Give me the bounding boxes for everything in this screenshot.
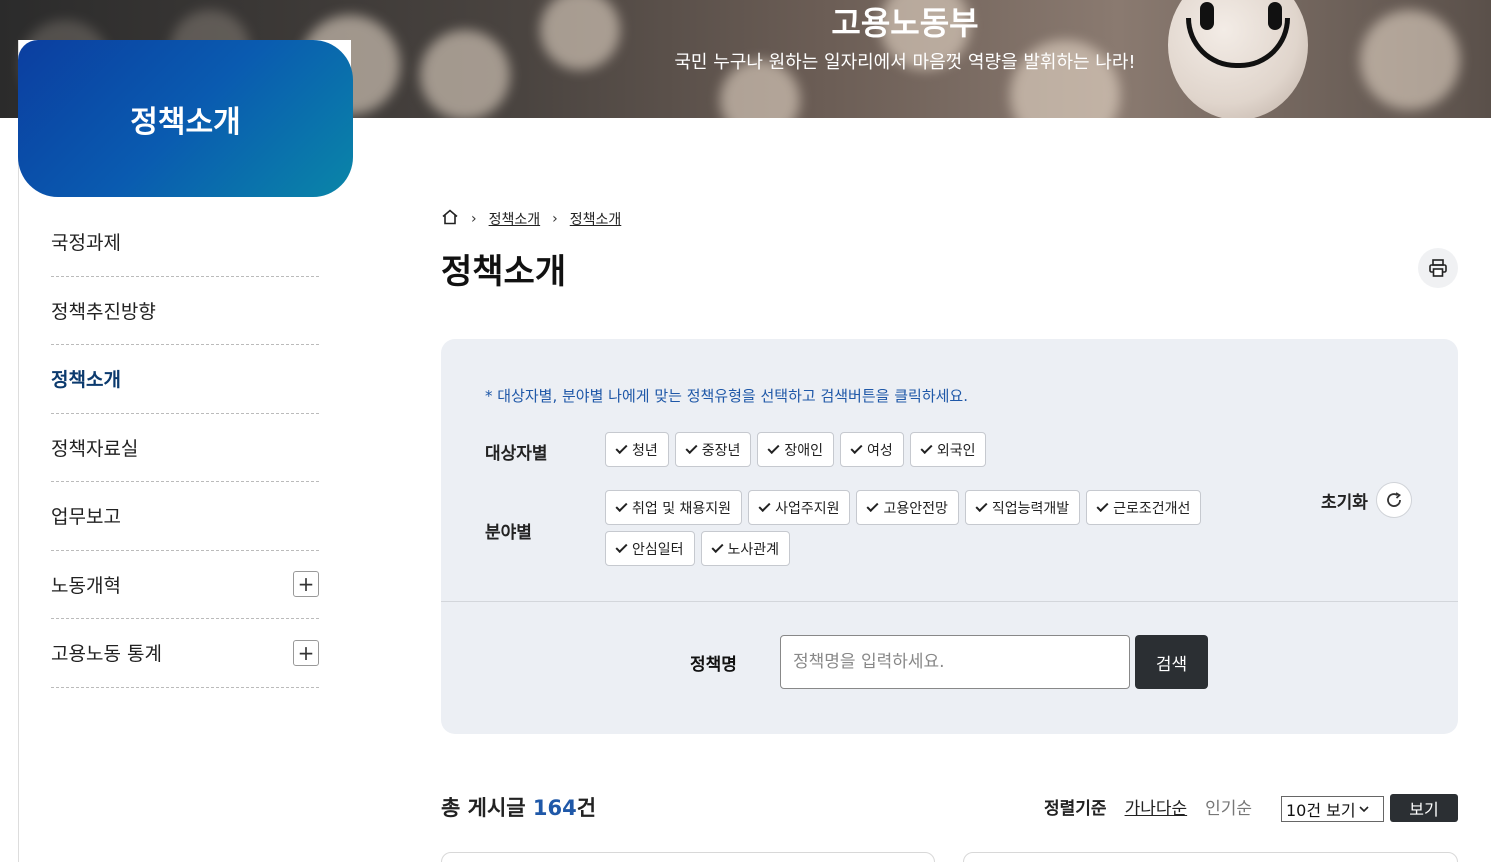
target-group-chips: 청년 중장년 장애인 여성 외국인 xyxy=(605,432,987,467)
chip-label: 청년 xyxy=(632,442,658,459)
check-icon xyxy=(975,499,988,513)
chip-label: 근로조건개선 xyxy=(1113,500,1191,517)
check-icon xyxy=(767,441,780,455)
check-icon xyxy=(758,499,771,513)
policy-filter-panel: * 대상자별, 분야별 나에게 맞는 정책유형을 선택하고 검색버튼을 클릭하세… xyxy=(441,339,1458,734)
filter-notice: * 대상자별, 분야별 나에게 맞는 정책유형을 선택하고 검색버튼을 클릭하세… xyxy=(485,387,968,405)
chip-foreigners[interactable]: 외국인 xyxy=(909,432,987,467)
policy-card[interactable] xyxy=(441,852,935,862)
check-icon xyxy=(711,540,724,554)
sidebar-item-labor-reform[interactable]: 노동개혁 + xyxy=(51,551,319,619)
sidebar-item-label: 정책자료실 xyxy=(51,437,139,460)
sort-label: 정렬기준 xyxy=(1044,799,1107,819)
sidebar-item-national-tasks[interactable]: 국정과제 xyxy=(51,208,319,277)
home-icon[interactable] xyxy=(441,208,459,230)
page-title: 정책소개 xyxy=(441,252,567,292)
field-chips: 취업 및 채용지원 사업주지원 고용안전망 직업능력개발 근로조건개선 안심일터… xyxy=(605,490,1245,566)
breadcrumb-separator: › xyxy=(471,211,477,227)
check-icon xyxy=(866,499,879,513)
sidebar-item-labor-statistics[interactable]: 고용노동 통계 + xyxy=(51,619,319,688)
total-suffix: 건 xyxy=(576,796,597,820)
total-prefix: 총 게시글 xyxy=(441,796,533,820)
chip-safe-workplace[interactable]: 안심일터 xyxy=(605,531,695,566)
sidebar-item-policy-direction[interactable]: 정책추진방향 xyxy=(51,277,319,345)
chip-middle-aged[interactable]: 중장년 xyxy=(674,432,752,467)
chip-label: 안심일터 xyxy=(632,541,684,558)
filter-divider xyxy=(441,601,1458,602)
chip-label: 고용안전망 xyxy=(883,500,948,517)
check-icon xyxy=(850,441,863,455)
search-button[interactable]: 검색 xyxy=(1135,635,1208,689)
chip-label: 취업 및 채용지원 xyxy=(632,500,732,517)
per-page-select[interactable]: 10건 보기 xyxy=(1281,796,1384,822)
sidebar-item-work-report[interactable]: 업무보고 xyxy=(51,482,319,551)
banner-subtitle: 국민 누구나 원하는 일자리에서 마음껏 역량을 발휘하는 나라! xyxy=(674,52,1136,73)
side-navigation: 정책소개 국정과제 정책추진방향 정책소개 정책자료실 업무보고 노동개혁 + … xyxy=(18,40,353,862)
chevron-down-icon xyxy=(1359,802,1369,816)
check-icon xyxy=(615,540,628,554)
sidebar-item-policy-intro[interactable]: 정책소개 xyxy=(51,345,319,414)
policy-name-search-input[interactable] xyxy=(780,635,1130,689)
printer-icon xyxy=(1429,259,1447,277)
chip-label: 중장년 xyxy=(701,442,741,459)
breadcrumb-separator: › xyxy=(552,211,558,227)
chip-labor-relations[interactable]: 노사관계 xyxy=(700,531,791,566)
reset-label: 초기화 xyxy=(1321,492,1368,513)
field-label: 분야별 xyxy=(485,523,532,543)
total-count: 총 게시글 164건 xyxy=(441,792,596,822)
check-icon xyxy=(685,441,698,455)
check-icon xyxy=(615,441,628,455)
chip-disabled[interactable]: 장애인 xyxy=(757,432,835,467)
chip-label: 외국인 xyxy=(936,442,976,459)
view-button[interactable]: 보기 xyxy=(1390,794,1458,822)
chip-label: 여성 xyxy=(867,442,893,459)
side-nav-list: 국정과제 정책추진방향 정책소개 정책자료실 업무보고 노동개혁 + 고용노동 … xyxy=(51,208,319,688)
expand-plus-icon[interactable]: + xyxy=(293,571,319,598)
breadcrumb-link[interactable]: 정책소개 xyxy=(489,209,541,229)
breadcrumb: › 정책소개 › 정책소개 xyxy=(441,208,621,230)
sidebar-item-policy-archive[interactable]: 정책자료실 xyxy=(51,414,319,482)
check-icon xyxy=(920,441,933,455)
print-button[interactable] xyxy=(1418,248,1458,288)
sidebar-item-label: 고용노동 통계 xyxy=(51,643,162,666)
sidebar-item-label: 업무보고 xyxy=(51,506,121,529)
chip-women[interactable]: 여성 xyxy=(840,432,904,467)
sort-alphabetical[interactable]: 가나다순 xyxy=(1125,794,1188,819)
target-group-label: 대상자별 xyxy=(485,444,548,464)
chip-youth[interactable]: 청년 xyxy=(605,432,669,467)
expand-plus-icon[interactable]: + xyxy=(293,639,319,666)
chip-label: 장애인 xyxy=(784,442,824,459)
search-label: 정책명 xyxy=(690,655,737,675)
chip-employer-support[interactable]: 사업주지원 xyxy=(748,490,851,525)
chip-employment-support[interactable]: 취업 및 채용지원 xyxy=(605,490,743,525)
chip-label: 노사관계 xyxy=(727,541,780,558)
chip-label: 사업주지원 xyxy=(775,500,840,517)
chip-safety-net[interactable]: 고용안전망 xyxy=(856,490,959,525)
sidebar-item-label: 노동개혁 xyxy=(51,574,121,597)
reset-button[interactable]: 초기화 xyxy=(1321,482,1412,518)
sidebar-item-label: 정책추진방향 xyxy=(51,300,156,323)
sidebar-item-label: 국정과제 xyxy=(51,232,121,255)
total-number: 164 xyxy=(532,796,577,820)
sort-popular[interactable]: 인기순 xyxy=(1205,794,1252,819)
check-icon xyxy=(1096,499,1109,513)
side-nav-title: 정책소개 xyxy=(130,104,241,140)
chip-label: 직업능력개발 xyxy=(991,500,1070,517)
policy-card[interactable] xyxy=(963,852,1458,862)
sidebar-item-label: 정책소개 xyxy=(51,369,121,392)
banner-title: 고용노동부 xyxy=(831,4,979,42)
breadcrumb-link[interactable]: 정책소개 xyxy=(570,209,622,229)
check-icon xyxy=(615,499,628,513)
refresh-icon xyxy=(1375,482,1412,518)
chip-working-conditions[interactable]: 근로조건개선 xyxy=(1086,490,1202,525)
chip-skills-development[interactable]: 직업능력개발 xyxy=(964,490,1081,525)
side-nav-header: 정책소개 xyxy=(18,40,353,197)
sort-options: 정렬기준 가나다순 인기순 xyxy=(1044,794,1252,819)
per-page-value: 10건 보기 xyxy=(1286,801,1356,820)
